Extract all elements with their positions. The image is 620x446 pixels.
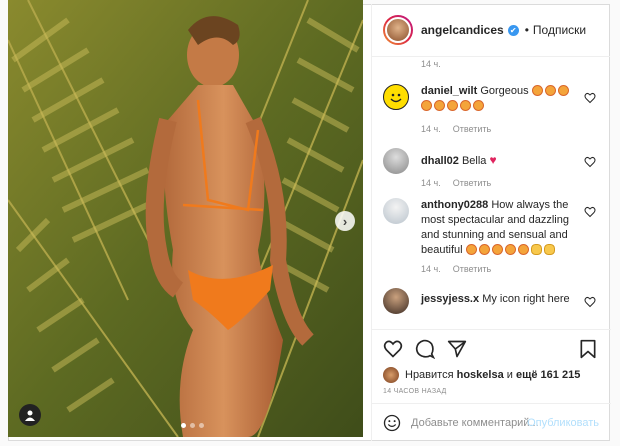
avatar: [383, 367, 399, 383]
comment-time: 14 ч.: [421, 178, 441, 188]
comments-list: 14 ч. daniel_wilt Gorgeous 14 ч. Ответить…: [372, 57, 611, 329]
likes-summary: Нравится hoskelsa и ещё 161 215: [383, 367, 580, 383]
comment-text: dhall02 Bella ♥: [421, 153, 589, 169]
comment-content: Bella: [461, 155, 487, 167]
comment-time: 14 ч.: [421, 264, 441, 274]
emoji-icon: [491, 244, 503, 255]
post-username[interactable]: angelcandices: [421, 23, 504, 37]
comment-text: jessyjess.x My icon right here: [421, 292, 589, 307]
smiley-icon: [390, 93, 402, 103]
following-button[interactable]: Подписки: [533, 23, 586, 37]
emoji-icon: [473, 100, 484, 111]
comment-time: 14 ч.: [421, 124, 441, 134]
likes-prefix: Нравится: [405, 369, 454, 381]
bookmark-icon[interactable]: [579, 339, 597, 359]
separator-dot: •: [524, 23, 529, 37]
comment-meta: 14 ч. Ответить: [421, 124, 491, 134]
heart-icon[interactable]: [584, 296, 596, 308]
comment-username[interactable]: daniel_wilt: [421, 85, 477, 97]
heart-icon[interactable]: [584, 92, 596, 104]
emoji-icon: [447, 100, 458, 111]
carousel-dots: [181, 423, 204, 428]
comment-icon[interactable]: [415, 339, 435, 359]
heart-icon[interactable]: [584, 206, 596, 218]
comment-content: Gorgeous: [480, 85, 529, 97]
clap-emoji-icon: [530, 244, 542, 255]
clap-emoji-icon: [543, 244, 555, 255]
emoji-icon: [557, 85, 569, 96]
avatar[interactable]: [383, 15, 413, 45]
next-photo-button[interactable]: ›: [335, 211, 355, 231]
comment-time: 14 ч.: [421, 59, 441, 69]
emoji-icon: [460, 100, 471, 111]
comment-meta: 14 ч. Ответить: [421, 178, 491, 188]
emoji-icon: [517, 244, 529, 255]
emoji-icon: [434, 100, 445, 111]
comment-input[interactable]: Добавьте комментарий...: [411, 417, 539, 429]
comment-username[interactable]: jessyjess.x: [421, 293, 479, 305]
post-header: angelcandices ✔ • Подписки: [372, 4, 610, 57]
share-icon[interactable]: [447, 339, 467, 359]
emoji-icon: [544, 85, 556, 96]
emoji-icon[interactable]: [383, 414, 401, 432]
likes-user[interactable]: hoskelsa: [457, 369, 504, 381]
photo-image: [8, 0, 363, 437]
emoji-icon: [478, 244, 490, 255]
comment-username[interactable]: anthony0288: [421, 199, 488, 211]
reply-button[interactable]: Ответить: [453, 264, 491, 274]
red-heart-icon: ♥: [489, 153, 497, 167]
emoji-icon: [504, 244, 516, 255]
emoji-icon: [531, 85, 543, 96]
post-comment-button[interactable]: Опубликовать: [527, 417, 599, 429]
post-date: 14 ЧАСОВ НАЗАД: [383, 388, 447, 395]
carousel-dot: [190, 423, 195, 428]
user-tag-button[interactable]: [19, 404, 41, 426]
avatar[interactable]: [383, 148, 409, 174]
avatar[interactable]: [383, 198, 409, 224]
emoji-icon: [421, 100, 432, 111]
user-tag-icon: [25, 410, 35, 421]
likes-count[interactable]: ещё 161 215: [516, 369, 580, 381]
chevron-right-icon: ›: [342, 213, 348, 229]
heart-icon[interactable]: [383, 339, 403, 359]
comment-content: My icon right here: [482, 293, 570, 305]
reply-button[interactable]: Ответить: [453, 124, 491, 134]
carousel-dot: [181, 423, 186, 428]
reply-button[interactable]: Ответить: [453, 178, 491, 188]
avatar[interactable]: [383, 288, 409, 314]
heart-icon[interactable]: [584, 156, 596, 168]
avatar[interactable]: [383, 84, 409, 110]
comment-text: daniel_wilt Gorgeous: [421, 84, 589, 114]
add-comment-bar: Добавьте комментарий... Опубликовать: [372, 403, 611, 441]
post-actions: Нравится hoskelsa и ещё 161 215 14 ЧАСОВ…: [372, 329, 611, 395]
post-photo[interactable]: [8, 0, 363, 437]
carousel-dot: [199, 423, 204, 428]
comment-meta: 14 ч. Ответить: [421, 264, 491, 274]
emoji-icon: [465, 244, 477, 255]
comment-username[interactable]: dhall02: [421, 155, 459, 167]
comment-text: anthony0288 How always the most spectacu…: [421, 198, 589, 258]
verified-icon: ✔: [507, 24, 519, 36]
post-sidebar: angelcandices ✔ • Подписки 14 ч. daniel_…: [371, 4, 611, 441]
likes-mid: и: [506, 369, 513, 381]
